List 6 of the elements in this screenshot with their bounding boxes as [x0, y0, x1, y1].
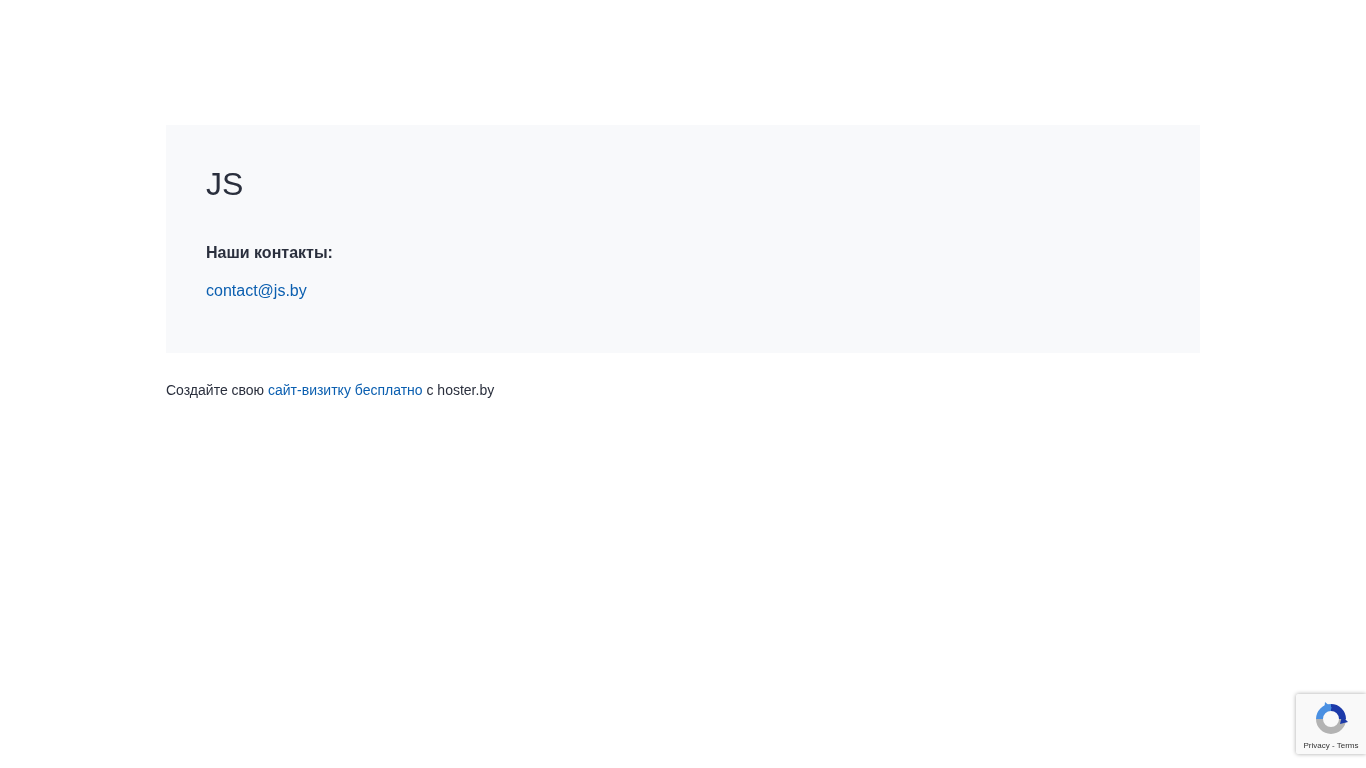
privacy-terms-links[interactable]: Privacy - Terms	[1303, 741, 1359, 750]
footer-text: Создайте свою сайт-визитку бесплатно с hoster.by	[166, 381, 495, 399]
footer-link[interactable]: сайт-визитку бесплатно	[268, 382, 423, 398]
email-link[interactable]: contact@js.by	[206, 281, 307, 301]
site-title: JS	[206, 165, 244, 203]
contacts-heading: Наши контакты:	[206, 243, 333, 263]
